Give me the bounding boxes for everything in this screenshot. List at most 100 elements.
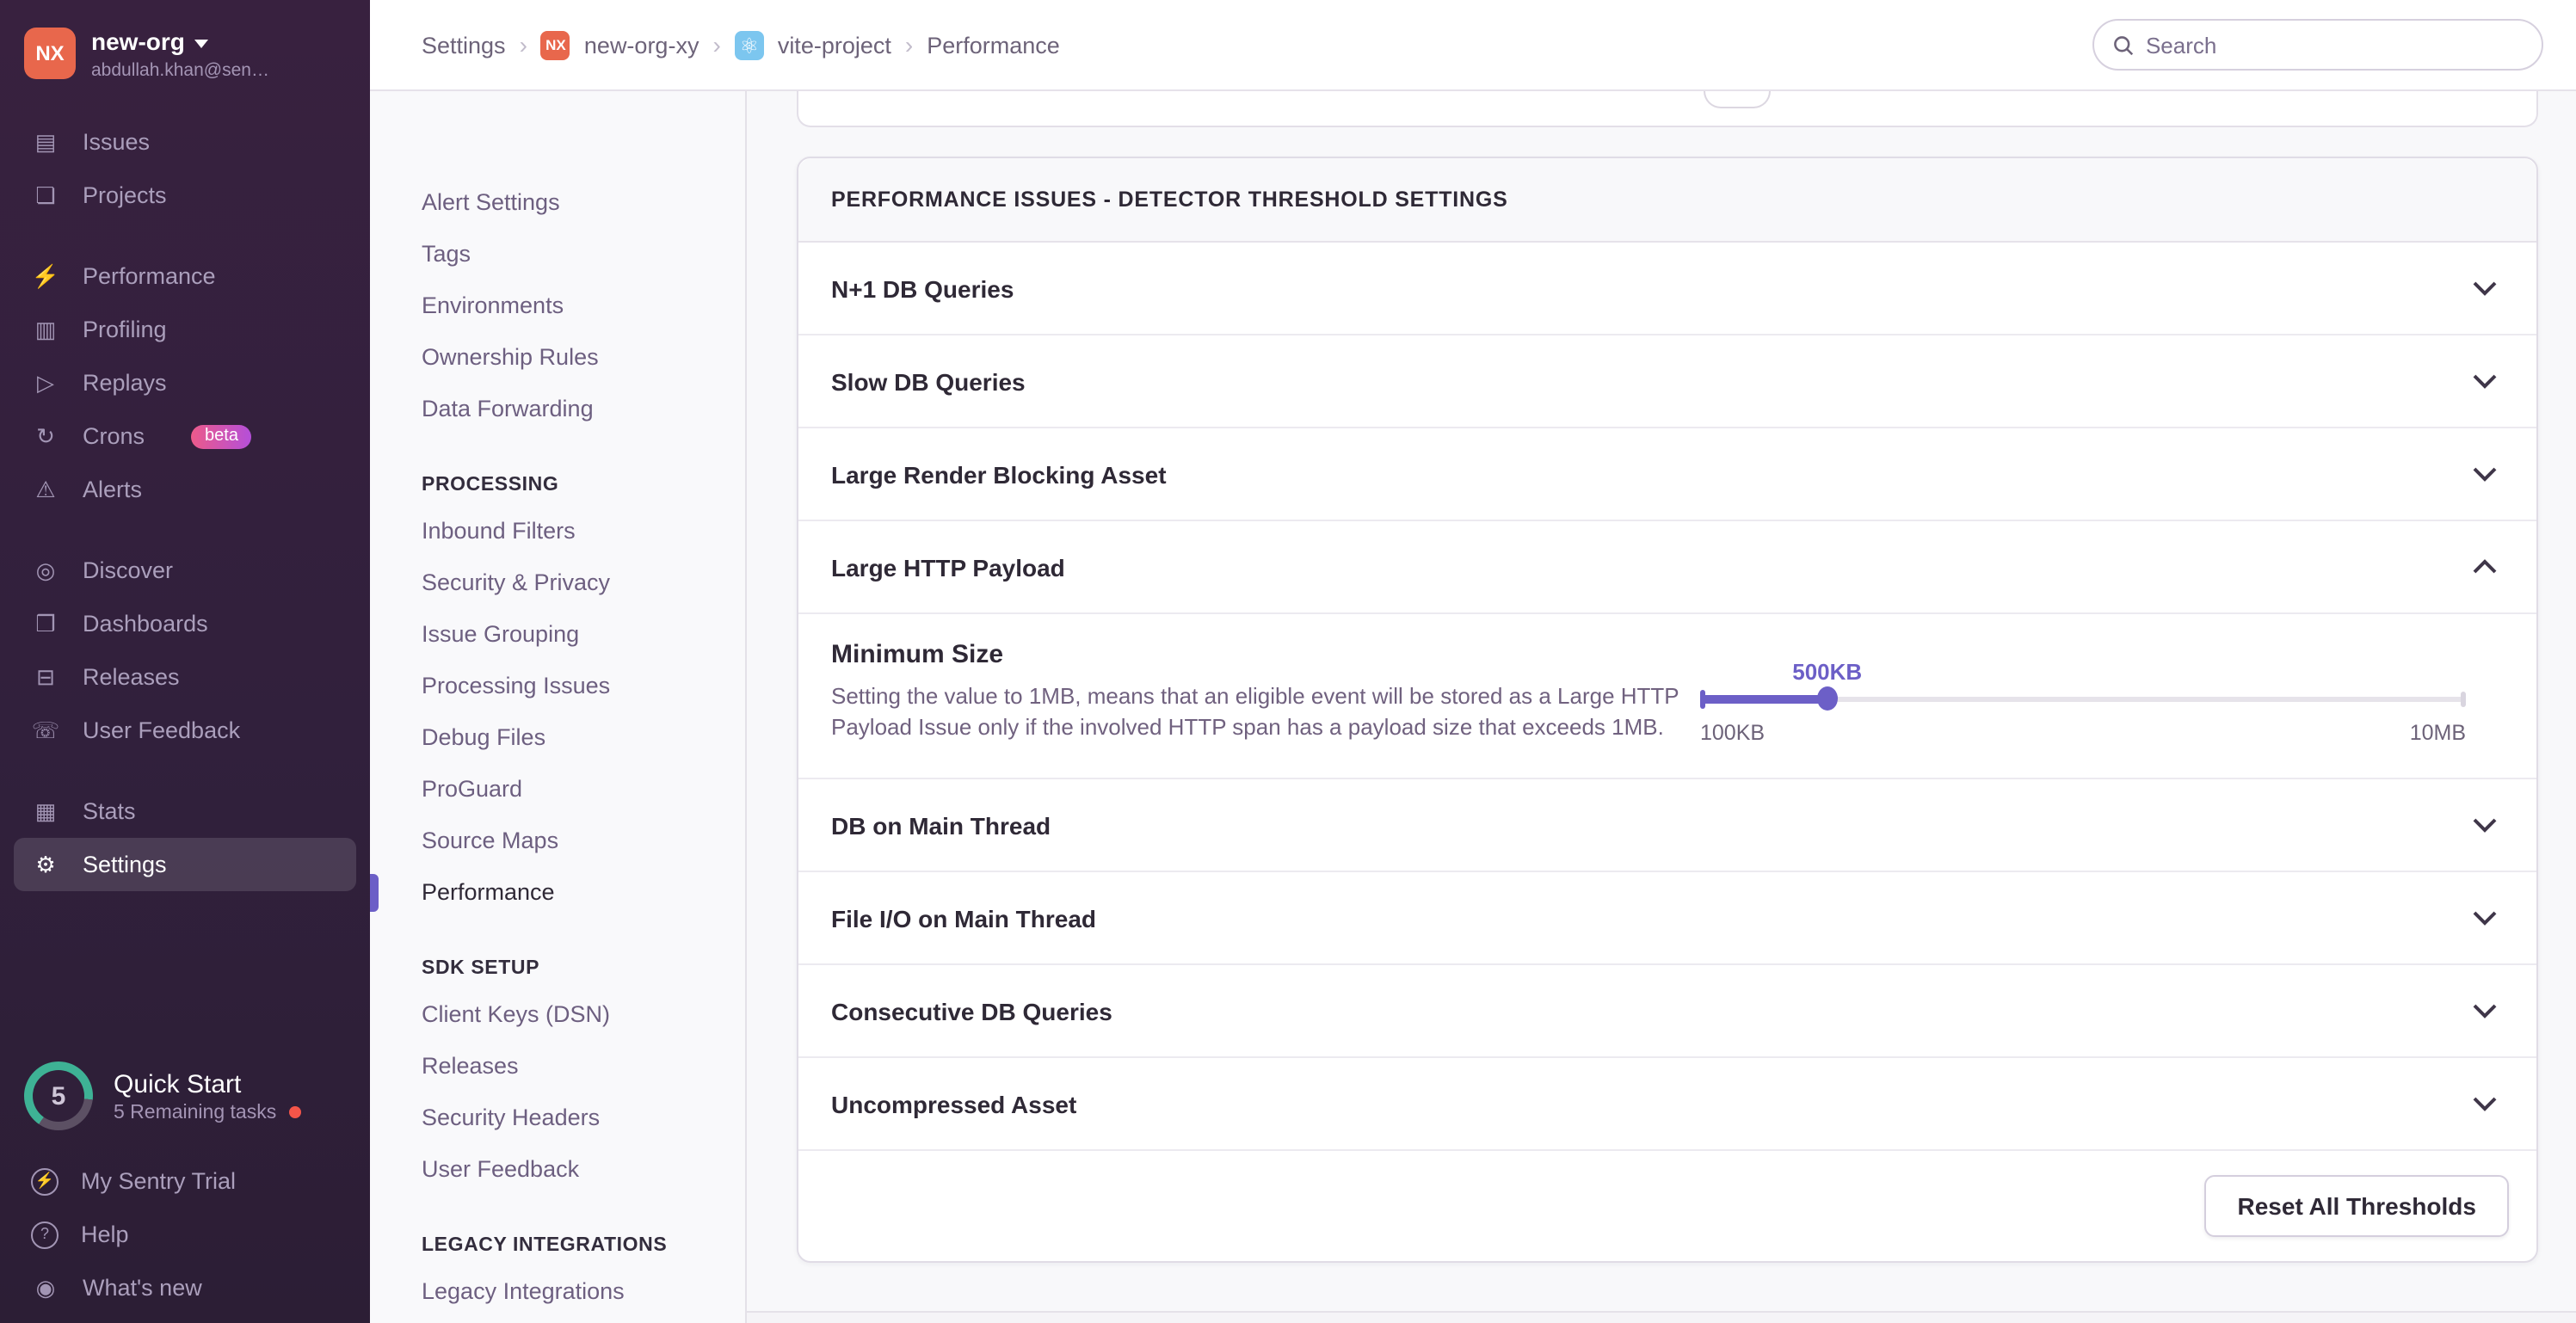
progress-ring-value: 5: [24, 1061, 93, 1130]
sidebar-nav-item[interactable]: ⊟ Releases: [14, 650, 356, 704]
sidebar-nav-item[interactable]: ❒ Dashboards: [14, 597, 356, 650]
settings-nav-label: Issue Grouping: [422, 621, 579, 647]
accordion-row[interactable]: Large Render Blocking Asset: [798, 428, 2536, 521]
settings-nav-item[interactable]: Legacy Integrations: [370, 1266, 745, 1318]
settings-nav-item[interactable]: Security & Privacy: [370, 557, 745, 609]
nav-label: Discover: [83, 557, 173, 583]
breadcrumb-item[interactable]: Settings: [422, 32, 506, 58]
sidebar-nav-item[interactable]: ◉ What's new: [14, 1261, 356, 1314]
settings-nav-item[interactable]: PROCESSING: [370, 465, 745, 506]
org-badge-icon: NX: [541, 30, 570, 59]
sidebar-nav-item[interactable]: ◎ Discover: [14, 544, 356, 597]
sidebar-nav-item[interactable]: ❏ Projects: [14, 169, 356, 222]
panel-title: PERFORMANCE ISSUES - DETECTOR THRESHOLD …: [831, 188, 1508, 212]
accordion-row[interactable]: File I/O on Main Thread: [798, 872, 2536, 965]
accordion-row[interactable]: Uncompressed Asset: [798, 1058, 2536, 1151]
settings-nav-label: PROCESSING: [422, 475, 558, 495]
nav-label: What's new: [83, 1275, 202, 1301]
settings-nav-item[interactable]: Inbound Filters: [370, 506, 745, 557]
settings-nav-item[interactable]: Ownership Rules: [370, 332, 745, 384]
accordion-rows-bottom: DB on Main Thread File I/O on Main Threa…: [798, 779, 2536, 1151]
chevron-down-icon[interactable]: [2473, 373, 2497, 389]
settings-nav-item[interactable]: User Feedback: [370, 1144, 745, 1196]
settings-nav-label: LEGACY INTEGRATIONS: [422, 1235, 667, 1256]
chevron-down-icon[interactable]: [2473, 466, 2497, 482]
settings-nav-item[interactable]: LEGACY INTEGRATIONS: [370, 1225, 745, 1266]
accordion-row[interactable]: Large HTTP Payload: [798, 521, 2536, 614]
sidebar-nav-item[interactable]: ⚠ Alerts: [14, 463, 356, 516]
nav-icon: ☏: [31, 717, 60, 744]
chevron-down-icon[interactable]: [2473, 1003, 2497, 1018]
settings-nav-item[interactable]: Environments: [370, 280, 745, 332]
sidebar-nav-item[interactable]: ☏ User Feedback: [14, 704, 356, 757]
sidebar-nav-item[interactable]: ▷ Replays: [14, 356, 356, 409]
settings-nav-label: Source Maps: [422, 828, 558, 853]
nav-label: Releases: [83, 664, 180, 690]
breadcrumb-item[interactable]: › Performance: [905, 31, 1060, 58]
nav-icon: ↻: [31, 422, 60, 450]
accordion-row-label: N+1 DB Queries: [831, 274, 1014, 302]
reset-all-thresholds-button[interactable]: Reset All Thresholds: [2205, 1175, 2510, 1237]
settings-nav-item[interactable]: SDK SETUP: [370, 948, 745, 989]
sidebar-nav-item[interactable]: ⚡ My Sentry Trial: [14, 1154, 356, 1208]
progress-ring: 5: [24, 1061, 93, 1130]
settings-nav-item[interactable]: Debug Files: [370, 712, 745, 764]
chevron-down-icon[interactable]: [2473, 1096, 2497, 1111]
breadcrumb-label: Performance: [927, 32, 1060, 58]
settings-nav-item[interactable]: Performance: [370, 867, 745, 919]
settings-nav-label: Environments: [422, 292, 564, 318]
settings-nav-item[interactable]: Issue Grouping: [370, 609, 745, 661]
breadcrumb-item[interactable]: › ⚛ vite-project: [712, 30, 891, 59]
chevron-down-icon[interactable]: [2473, 817, 2497, 833]
nav-label: Profiling: [83, 317, 167, 342]
accordion-row[interactable]: N+1 DB Queries: [798, 243, 2536, 335]
settings-nav-item[interactable]: Data Forwarding: [370, 384, 745, 435]
nav-icon: ❒: [31, 610, 60, 637]
sidebar-nav-item[interactable]: ↻ Crons beta: [14, 409, 356, 463]
nav-icon: ▷: [31, 369, 60, 397]
settings-nav-item[interactable]: Processing Issues: [370, 661, 745, 712]
nav-label: Settings: [83, 852, 167, 877]
settings-nav-item[interactable]: Tags: [370, 229, 745, 280]
quick-start-widget[interactable]: 5 Quick Start 5 Remaining tasks: [0, 1061, 370, 1130]
settings-nav-label: Security & Privacy: [422, 569, 610, 595]
search-box[interactable]: [2092, 19, 2543, 71]
sidebar-nav-item[interactable]: ▦ Stats: [14, 785, 356, 838]
sidebar-nav-item[interactable]: ? Help: [14, 1208, 356, 1261]
nav-icon: ⊟: [31, 663, 60, 691]
accordion-row-label: Large Render Blocking Asset: [831, 460, 1167, 488]
nav-label: Issues: [83, 129, 150, 155]
alert-dot-icon: [288, 1106, 300, 1118]
breadcrumb-label: vite-project: [778, 32, 891, 58]
sidebar-nav-item[interactable]: ⚙ Settings: [14, 838, 356, 891]
settings-nav-item[interactable]: Client Keys (DSN): [370, 989, 745, 1041]
settings-nav-label: Data Forwarding: [422, 396, 594, 422]
chevron-down-icon: [195, 39, 209, 47]
sidebar-nav-item[interactable]: ▥ Profiling: [14, 303, 356, 356]
search-input[interactable]: [2146, 32, 2523, 58]
chevron-down-icon[interactable]: [2473, 280, 2497, 296]
sidebar-nav-item[interactable]: ⚡ Performance: [14, 249, 356, 303]
accordion-row[interactable]: DB on Main Thread: [798, 779, 2536, 872]
accordion-row[interactable]: Slow DB Queries: [798, 335, 2536, 428]
settings-nav-label: Debug Files: [422, 724, 545, 750]
org-switcher[interactable]: NX new-org abdullah.khan@sen…: [0, 0, 370, 81]
breadcrumb-item[interactable]: › NX new-org-xy: [520, 30, 699, 59]
nav-label: User Feedback: [83, 717, 240, 743]
settings-nav-item[interactable]: Security Headers: [370, 1092, 745, 1144]
settings-content: PERFORMANCE ISSUES - DETECTOR THRESHOLD …: [747, 91, 2576, 1323]
settings-nav-label: Security Headers: [422, 1105, 600, 1130]
settings-nav-label: Alert Settings: [422, 189, 560, 215]
nav-icon: ◉: [31, 1274, 60, 1301]
settings-nav-item[interactable]: Releases: [370, 1041, 745, 1092]
slider-thumb[interactable]: [1817, 686, 1838, 711]
settings-nav-item[interactable]: Alert Settings: [370, 177, 745, 229]
settings-nav-item[interactable]: Source Maps: [370, 815, 745, 867]
org-avatar: NX: [24, 28, 76, 79]
sidebar-nav-item[interactable]: ▤ Issues: [14, 115, 356, 169]
accordion-row[interactable]: Consecutive DB Queries: [798, 965, 2536, 1058]
chevron-down-icon[interactable]: [2473, 559, 2497, 575]
chevron-down-icon[interactable]: [2473, 910, 2497, 926]
settings-nav-item[interactable]: ProGuard: [370, 764, 745, 815]
breadcrumb-separator: ›: [712, 31, 720, 58]
